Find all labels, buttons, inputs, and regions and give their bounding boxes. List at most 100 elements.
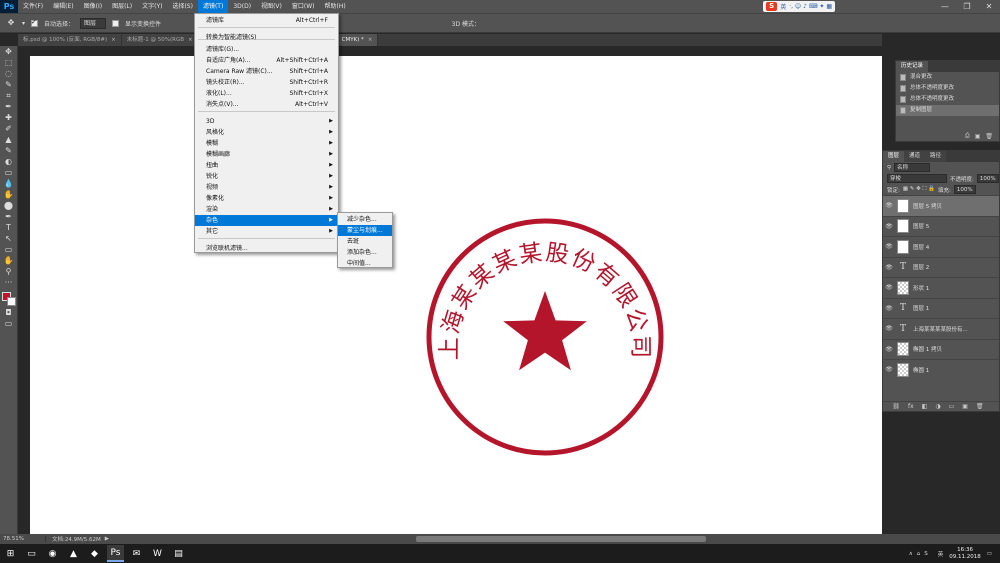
opacity-field[interactable]: 100% bbox=[976, 174, 999, 183]
taskbar-app-6[interactable]: W bbox=[149, 545, 166, 562]
layer-row[interactable]: 👁 形状 1 bbox=[883, 277, 999, 298]
filter-menu-item-2[interactable]: 滤镜库(G)... bbox=[195, 44, 338, 55]
layer-row[interactable]: 👁 椭圆 1 拷贝 bbox=[883, 338, 999, 360]
tool-icon-12[interactable]: 💧 bbox=[4, 180, 14, 188]
visibility-eye-icon[interactable]: 👁 bbox=[883, 243, 895, 250]
noise-menu-item-1[interactable]: 蒙尘与划痕... bbox=[338, 225, 392, 236]
fill-field[interactable]: 100% bbox=[953, 185, 976, 194]
menu-item-8[interactable]: 视图(V) bbox=[256, 0, 287, 13]
layers-footer-icon-4[interactable]: ▭ bbox=[949, 403, 955, 410]
menu-item-0[interactable]: 文件(F) bbox=[18, 0, 48, 13]
tab-layers-2[interactable]: 路径 bbox=[925, 151, 947, 162]
layers-footer-icon-1[interactable]: fx bbox=[908, 403, 914, 410]
tab-history[interactable]: 历史记录 bbox=[896, 61, 929, 72]
menu-item-3[interactable]: 图层(L) bbox=[107, 0, 137, 13]
visibility-eye-icon[interactable]: 👁 bbox=[883, 223, 895, 230]
lock-icons[interactable]: ▦ ✎ ✥ ⛶ 🔒 bbox=[903, 186, 935, 193]
blend-mode-dropdown[interactable]: 穿梭 bbox=[887, 174, 947, 183]
filter-menu-item-12[interactable]: 扭曲 ▶ bbox=[195, 160, 338, 171]
tool-icon-2[interactable]: ◌ bbox=[4, 70, 14, 78]
taskbar-app-2[interactable]: ▲ bbox=[65, 545, 82, 562]
history-footer-icon-1[interactable]: ▣ bbox=[975, 133, 981, 140]
tab-close-icon[interactable]: × bbox=[111, 37, 116, 43]
history-item-3[interactable]: 复制图层 bbox=[896, 105, 999, 116]
color-swatches[interactable] bbox=[1, 292, 16, 306]
background-color-swatch[interactable] bbox=[6, 297, 16, 306]
filter-menu-item-8[interactable]: 3D ▶ bbox=[195, 116, 338, 127]
visibility-eye-icon[interactable]: 👁 bbox=[883, 305, 895, 312]
menu-item-7[interactable]: 3D(D) bbox=[228, 0, 256, 13]
taskbar-app-3[interactable]: ◆ bbox=[86, 545, 103, 562]
filter-menu-item-17[interactable]: 杂色 ▶ bbox=[195, 215, 338, 226]
filter-menu-item-3[interactable]: 自适应广角(A)... Alt+Shift+Ctrl+A bbox=[195, 55, 338, 66]
tool-icon-4[interactable]: ⌗ bbox=[4, 92, 14, 100]
tool-icon-20[interactable]: ⚲ bbox=[4, 268, 14, 276]
layer-kind-filter[interactable]: 名称 bbox=[894, 163, 931, 172]
tray-icon-0[interactable]: ∧ bbox=[909, 551, 913, 557]
ime-language[interactable]: 英 bbox=[780, 2, 786, 11]
filter-menu-item-1[interactable]: 转换为智能滤镜(S) bbox=[195, 32, 338, 43]
notification-icon[interactable]: ▭ bbox=[987, 551, 992, 557]
layer-row[interactable]: 👁 T 图层 1 bbox=[883, 297, 999, 319]
tool-icon-8[interactable]: ▲ bbox=[4, 136, 14, 144]
noise-menu-item-0[interactable]: 减少杂色... bbox=[338, 214, 392, 225]
visibility-eye-icon[interactable]: 👁 bbox=[883, 264, 895, 271]
noise-menu-item-2[interactable]: 去斑 bbox=[338, 236, 392, 247]
menu-item-1[interactable]: 编辑(E) bbox=[48, 0, 78, 13]
input-language[interactable]: 英 bbox=[938, 550, 944, 558]
visibility-eye-icon[interactable]: 👁 bbox=[883, 325, 895, 332]
history-item-1[interactable]: 总体不透明度更改 bbox=[896, 83, 999, 94]
tool-icon-16[interactable]: T bbox=[4, 224, 14, 232]
visibility-eye-icon[interactable]: 👁 bbox=[883, 284, 895, 291]
filter-menu-item-10[interactable]: 模糊 ▶ bbox=[195, 138, 338, 149]
filter-menu-item-19[interactable]: 浏览联机滤镜... bbox=[195, 243, 338, 254]
horizontal-scrollbar[interactable] bbox=[416, 536, 706, 542]
auto-select-checkbox[interactable] bbox=[31, 18, 39, 27]
layers-footer-icon-5[interactable]: ▣ bbox=[962, 403, 968, 410]
layers-footer-icon-6[interactable]: 🗑 bbox=[976, 403, 984, 410]
tray-icons[interactable]: ∧ ⌂ S bbox=[909, 551, 932, 557]
tab-document-2[interactable]: 未标题-1 @ 50%(RGB × bbox=[121, 34, 199, 46]
restore-icon[interactable]: ❐ bbox=[956, 0, 978, 13]
filter-menu-item-4[interactable]: Camera Raw 滤镜(C)... Shift+Ctrl+A bbox=[195, 66, 338, 77]
filter-menu-item-11[interactable]: 模糊画廊 ▶ bbox=[195, 149, 338, 160]
visibility-eye-icon[interactable]: 👁 bbox=[883, 366, 895, 373]
zoom-level[interactable]: 78.51% bbox=[0, 536, 46, 542]
filter-menu-item-15[interactable]: 像素化 ▶ bbox=[195, 193, 338, 204]
filter-menu-item-16[interactable]: 渲染 ▶ bbox=[195, 204, 338, 215]
dropdown-arrow-icon[interactable]: ▾ bbox=[22, 20, 25, 27]
menu-item-5[interactable]: 选择(S) bbox=[167, 0, 198, 13]
filter-menu-item-9[interactable]: 风格化 ▶ bbox=[195, 127, 338, 138]
history-footer-icon-2[interactable]: 🗑 bbox=[985, 133, 993, 140]
menu-item-10[interactable]: 帮助(H) bbox=[320, 0, 351, 13]
tool-icon-5[interactable]: ✒ bbox=[4, 103, 14, 111]
tab-layers-0[interactable]: 图层 bbox=[883, 151, 905, 162]
tool-icon-3[interactable]: ✎ bbox=[4, 81, 14, 89]
tool-icon-10[interactable]: ◐ bbox=[4, 158, 14, 166]
menu-item-2[interactable]: 图像(I) bbox=[79, 0, 107, 13]
tool-icon-21[interactable]: ··· bbox=[4, 279, 14, 287]
tool-icon-0[interactable]: ✥ bbox=[4, 48, 14, 56]
status-arrow-icon[interactable]: ▶ bbox=[105, 536, 109, 542]
visibility-eye-icon[interactable]: 👁 bbox=[883, 346, 895, 353]
noise-menu-item-4[interactable]: 中间值... bbox=[338, 258, 392, 269]
layer-row[interactable]: 👁 图层 4 bbox=[883, 236, 999, 257]
screen-mode-icon[interactable]: ▭ bbox=[4, 320, 14, 328]
auto-select-dropdown[interactable]: 图层 bbox=[80, 17, 107, 29]
tray-icon-2[interactable]: S bbox=[924, 551, 928, 557]
tool-icon-17[interactable]: ↖ bbox=[4, 235, 14, 243]
menu-item-6[interactable]: 滤镜(T) bbox=[197, 0, 229, 13]
tool-icon-9[interactable]: ✎ bbox=[4, 147, 14, 155]
taskbar-app-7[interactable]: ▤ bbox=[170, 545, 187, 562]
show-transform-checkbox[interactable] bbox=[112, 19, 120, 27]
filter-menu-item-14[interactable]: 视频 ▶ bbox=[195, 182, 338, 193]
minimize-icon[interactable]: — bbox=[934, 0, 956, 13]
layers-footer-icon-2[interactable]: ◧ bbox=[922, 403, 928, 410]
tab-layers-1[interactable]: 通道 bbox=[904, 151, 926, 162]
history-footer-icon-0[interactable]: ⎙ bbox=[965, 132, 970, 140]
taskbar-app-0[interactable]: ▭ bbox=[23, 545, 40, 562]
taskbar-app-1[interactable]: ◉ bbox=[44, 545, 61, 562]
layer-row[interactable]: 👁 图层 5 拷贝 bbox=[883, 195, 999, 216]
move-tool-icon[interactable]: ✥ bbox=[6, 19, 16, 27]
tool-icon-13[interactable]: ✋ bbox=[4, 191, 14, 199]
